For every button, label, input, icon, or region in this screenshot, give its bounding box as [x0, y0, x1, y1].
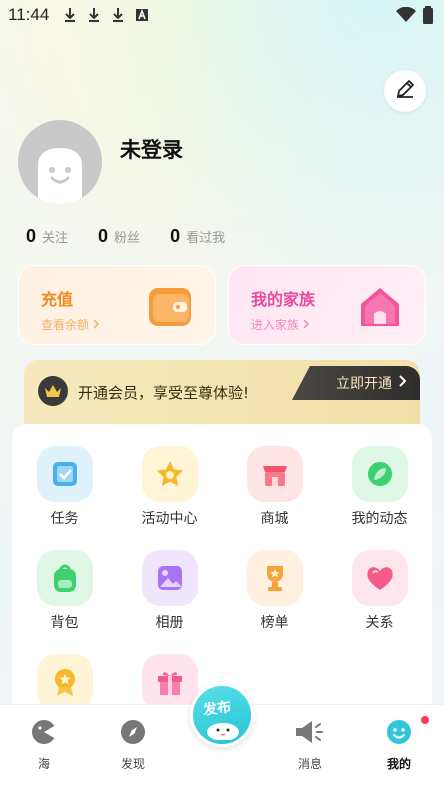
trophy-icon [246, 550, 303, 606]
grid-item-task[interactable]: 任务 [12, 446, 117, 528]
edit-profile-button[interactable] [384, 70, 426, 112]
home-indicator-bar [0, 787, 444, 791]
backpack-icon [36, 550, 93, 606]
gift-icon [141, 654, 198, 710]
ocean-icon [31, 719, 57, 749]
stat-visitors[interactable]: 0 看过我 [170, 226, 225, 247]
download-icon [87, 7, 101, 23]
stat-following[interactable]: 0 关注 [26, 226, 68, 247]
tab-messages[interactable]: 消息 [280, 719, 340, 772]
status-time: 11:44 [8, 5, 50, 24]
stat-fans[interactable]: 0 粉丝 [98, 226, 140, 247]
star-icon [141, 446, 198, 502]
chevron-right-icon [398, 375, 407, 391]
heart-icon [351, 550, 408, 606]
tab-label: 消息 [297, 757, 322, 771]
album-icon [141, 550, 198, 606]
grid-item-ranking[interactable]: 榜单 [222, 550, 327, 632]
grid-item-my-posts[interactable]: 我的动态 [327, 446, 432, 528]
download-icon [111, 7, 125, 23]
card-subtitle-text: 进入家族 [251, 318, 300, 332]
tab-label: 海 [37, 757, 50, 771]
pencil-icon [394, 78, 416, 104]
grid-item-label: 榜单 [260, 615, 289, 631]
default-avatar-icon [38, 148, 82, 204]
avatar[interactable] [18, 120, 102, 204]
tab-label: 发现 [120, 757, 145, 771]
card-subtitle-text: 查看余额 [41, 318, 90, 332]
medal-icon [36, 654, 93, 710]
stat-label: 粉丝 [114, 231, 141, 246]
grid-item-relationship[interactable]: 关系 [327, 550, 432, 632]
tab-me[interactable]: 我的 [369, 719, 429, 772]
battery-icon [422, 6, 434, 28]
notification-a-icon [135, 8, 149, 22]
shop-icon [246, 446, 303, 502]
tab-ocean[interactable]: 海 [14, 719, 74, 772]
discover-icon [120, 719, 146, 749]
vip-open-button[interactable]: 立即开通 [292, 366, 420, 400]
stat-number: 0 [98, 226, 109, 246]
notification-dot [421, 716, 429, 724]
me-icon [386, 719, 412, 749]
grid-item-label: 我的动态 [351, 511, 408, 527]
crown-icon [38, 376, 68, 406]
username[interactable]: 未登录 [120, 134, 183, 164]
status-bar: 11:44 [0, 0, 444, 30]
vip-banner[interactable]: 开通会员，享受至尊体验! 立即开通 [24, 360, 420, 430]
stat-number: 0 [26, 226, 37, 246]
vip-promo-text: 开通会员，享受至尊体验! [78, 384, 250, 402]
profile-stats: 0 关注 0 粉丝 0 看过我 [26, 226, 225, 247]
family-card[interactable]: 我的家族 进入家族 [228, 265, 426, 345]
wifi-icon [396, 6, 416, 27]
message-icon [294, 719, 326, 749]
feature-grid: 任务 活动中心 商城 我的动态 背包 相册 榜单 关系 [12, 446, 432, 716]
leaf-icon [351, 446, 408, 502]
download-icon [63, 7, 77, 23]
grid-item-activity-center[interactable]: 活动中心 [117, 446, 222, 528]
recharge-card[interactable]: 充值 查看余额 [18, 265, 216, 345]
stat-number: 0 [170, 226, 181, 246]
grid-item-label: 商城 [260, 511, 289, 527]
grid-item-label: 活动中心 [141, 511, 198, 527]
publish-button[interactable]: 发布 [190, 683, 254, 747]
tab-label: 我的 [386, 757, 411, 771]
chevron-right-icon [92, 318, 100, 332]
grid-item-shop[interactable]: 商城 [222, 446, 327, 528]
grid-item-label: 关系 [365, 615, 394, 631]
chevron-right-icon [302, 318, 310, 332]
vip-open-label: 立即开通 [336, 376, 392, 392]
grid-item-album[interactable]: 相册 [117, 550, 222, 632]
stat-label: 看过我 [186, 231, 226, 246]
feature-panel: 任务 活动中心 商城 我的动态 背包 相册 榜单 关系 [12, 424, 432, 724]
tab-discover[interactable]: 发现 [103, 719, 163, 772]
stat-label: 关注 [42, 231, 69, 246]
task-icon [36, 446, 93, 502]
grid-item-label: 背包 [50, 615, 79, 631]
home-icon [357, 284, 403, 330]
wallet-icon [147, 284, 193, 330]
grid-item-label: 任务 [50, 511, 79, 527]
grid-item-label: 相册 [155, 615, 184, 631]
publish-mascot-icon [205, 716, 241, 744]
grid-item-backpack[interactable]: 背包 [12, 550, 117, 632]
